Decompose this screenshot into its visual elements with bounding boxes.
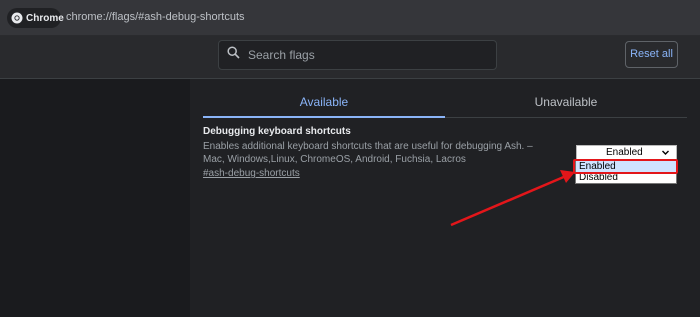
annotation-arrow	[450, 170, 575, 227]
